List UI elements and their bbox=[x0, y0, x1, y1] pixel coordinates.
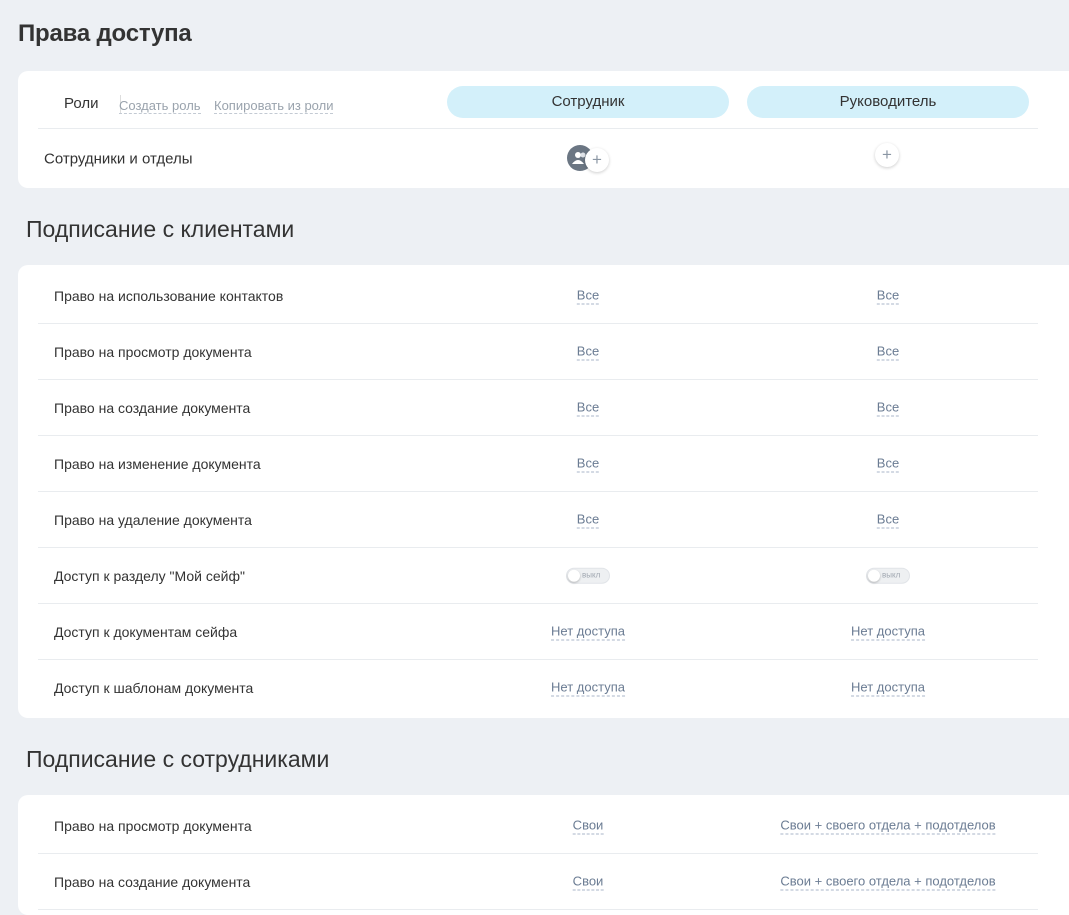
safe-toggle-employee[interactable]: выкл bbox=[566, 567, 610, 584]
roles-title: Роли bbox=[64, 95, 99, 112]
permission-value-employee[interactable]: Все bbox=[576, 343, 600, 360]
permission-label: Право на просмотр документа bbox=[54, 817, 252, 834]
permission-row: Доступ к разделу "Мой сейф" выкл выкл bbox=[38, 548, 1038, 604]
copy-from-role-link[interactable]: Копировать из роли bbox=[214, 98, 334, 114]
permission-value-employee[interactable]: Свои bbox=[572, 817, 604, 834]
permission-value-manager[interactable]: Свои + своего отдела + подотделов bbox=[780, 817, 996, 834]
permission-value-employee[interactable]: Все bbox=[576, 287, 600, 304]
permission-value-employee[interactable]: Все bbox=[576, 455, 600, 472]
toggle-state-text: выкл bbox=[582, 570, 601, 580]
toggle-knob bbox=[568, 569, 580, 582]
members-row: Сотрудники и отделы + + bbox=[38, 129, 1038, 188]
permission-value-manager[interactable]: Нет доступа bbox=[851, 623, 925, 640]
permission-value-employee[interactable]: Все bbox=[576, 511, 600, 528]
members-label: Сотрудники и отделы bbox=[44, 150, 193, 167]
roles-header-row: Роли Создать роль Копировать из роли Сот… bbox=[38, 71, 1038, 129]
role-tab-employee[interactable]: Сотрудник bbox=[447, 86, 729, 118]
permission-label: Право на создание документа bbox=[54, 399, 251, 416]
permission-value-employee[interactable]: Нет доступа bbox=[551, 623, 625, 640]
permission-value-manager[interactable]: Нет доступа bbox=[851, 680, 925, 697]
permission-row: Право на создание документа Все Все bbox=[38, 380, 1038, 436]
section-title-employees: Подписание с сотрудниками bbox=[26, 746, 330, 772]
add-member-manager-button[interactable]: + bbox=[875, 143, 899, 167]
permission-label: Право на просмотр документа bbox=[54, 343, 252, 360]
permission-value-manager[interactable]: Все bbox=[876, 511, 900, 528]
toggle-switch[interactable]: выкл bbox=[866, 567, 910, 584]
permission-value-manager[interactable]: Свои + своего отдела + подотделов bbox=[780, 873, 996, 890]
safe-toggle-manager[interactable]: выкл bbox=[866, 567, 910, 584]
clients-card: Право на использование контактов Все Все… bbox=[18, 265, 1069, 718]
permission-value-employee[interactable]: Все bbox=[576, 399, 600, 416]
permission-label: Доступ к разделу "Мой сейф" bbox=[54, 567, 245, 584]
permission-value-manager[interactable]: Все bbox=[876, 287, 900, 304]
permission-row: Право на изменение документа Все Все bbox=[38, 436, 1038, 492]
employees-card: Право на просмотр документа Свои Свои + … bbox=[18, 795, 1069, 915]
permission-label: Право на использование контактов bbox=[54, 287, 284, 304]
permission-value-employee[interactable]: Нет доступа bbox=[551, 680, 625, 697]
permission-row: Право на создание документа Свои Свои + … bbox=[38, 854, 1038, 910]
permission-value-employee[interactable]: Свои bbox=[572, 873, 604, 890]
permission-row: Право на использование контактов Все Все bbox=[38, 268, 1038, 324]
add-member-employee-button[interactable]: + bbox=[585, 148, 609, 172]
roles-card: Роли Создать роль Копировать из роли Сот… bbox=[18, 71, 1069, 188]
permission-row: Право на просмотр документа Все Все bbox=[38, 324, 1038, 380]
permission-row: Доступ к документам сейфа Нет доступа Не… bbox=[38, 604, 1038, 660]
permission-value-manager[interactable]: Все bbox=[876, 343, 900, 360]
page-title: Права доступа bbox=[18, 20, 192, 47]
toggle-state-text: выкл bbox=[882, 570, 901, 580]
permission-row: Право на просмотр документа Свои Свои + … bbox=[38, 798, 1038, 854]
section-title-clients: Подписание с клиентами bbox=[26, 216, 295, 242]
permission-label: Право на удаление документа bbox=[54, 511, 252, 528]
permission-value-manager[interactable]: Все bbox=[876, 399, 900, 416]
toggle-switch[interactable]: выкл bbox=[566, 567, 610, 584]
toggle-knob bbox=[868, 569, 880, 582]
permission-row: Право на удаление документа Все Все bbox=[38, 492, 1038, 548]
role-tab-manager[interactable]: Руководитель bbox=[747, 86, 1029, 118]
permission-label: Доступ к документам сейфа bbox=[54, 623, 238, 640]
permission-label: Право на создание документа bbox=[54, 873, 251, 890]
permission-value-manager[interactable]: Все bbox=[876, 455, 900, 472]
permission-label: Доступ к шаблонам документа bbox=[54, 680, 254, 696]
permission-row: Доступ к шаблонам документа Нет доступа … bbox=[38, 660, 1038, 716]
create-role-link[interactable]: Создать роль bbox=[119, 98, 201, 114]
permission-label: Право на изменение документа bbox=[54, 455, 261, 472]
